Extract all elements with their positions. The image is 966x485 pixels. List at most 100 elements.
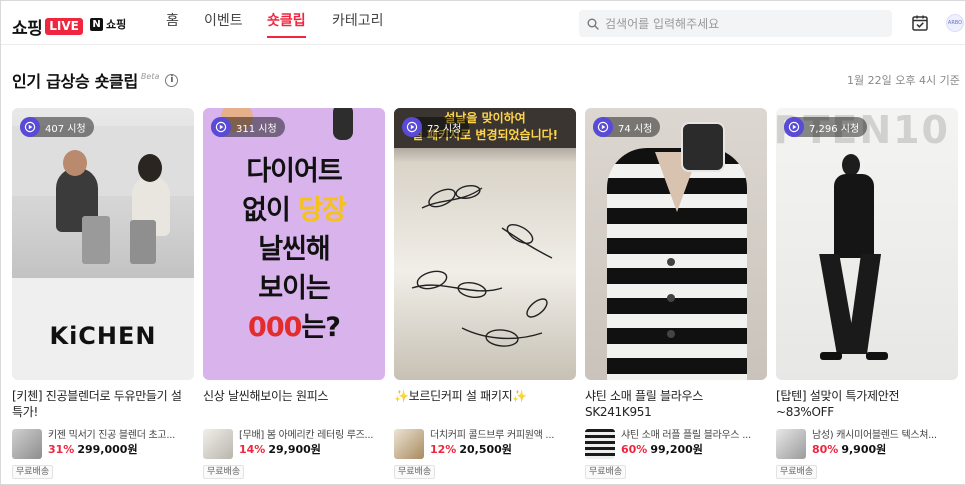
product-name[interactable]: [무배] 봄 아메리칸 레터링 루즈...	[239, 429, 385, 442]
search-icon	[587, 18, 599, 30]
clip-thumbnail[interactable]: 다이어트 없이 당장 날씬해 보이는 000는? 311 시청	[203, 108, 385, 380]
product-price-line: 14% 29,900원	[239, 442, 385, 457]
clip-title[interactable]: ✨보르딘커피 설 패키지✨	[394, 388, 576, 420]
figure-right	[333, 108, 353, 140]
headline-segment: 없이	[242, 195, 299, 226]
search-bar[interactable]	[579, 10, 892, 37]
model-shoe-left	[820, 352, 842, 360]
free-shipping-tag: 무료배송	[585, 465, 627, 479]
clip-thumbnail[interactable]: 74 시청	[585, 108, 767, 380]
model-shoe-right	[866, 352, 888, 360]
button-1	[667, 258, 675, 266]
view-count: 7,296 시청	[809, 123, 860, 135]
logo-live-badge: LIVE	[45, 18, 83, 35]
product-price: 29,900원	[268, 443, 321, 456]
blender-1	[82, 216, 110, 264]
product-row[interactable]: [무배] 봄 아메리칸 레터링 루즈... 14% 29,900원	[203, 429, 385, 459]
view-count: 74 시청	[618, 123, 653, 135]
discount-rate: 12%	[430, 443, 457, 456]
view-count: 407 시청	[45, 123, 86, 135]
product-row[interactable]: 남성) 캐시미어블렌드 텍스쳐... 80% 9,900원	[776, 429, 958, 459]
free-shipping-tag: 무료배송	[776, 465, 818, 479]
play-icon	[402, 117, 422, 137]
blender-2	[130, 220, 156, 264]
product-row[interactable]: 더치커피 콜드브루 커피원액 ... 12% 20,500원	[394, 429, 576, 459]
shortclip-card[interactable]: 다이어트 없이 당장 날씬해 보이는 000는? 311 시청 신상 날씬해보이…	[203, 108, 385, 479]
discount-rate: 14%	[239, 443, 266, 456]
product-price-line: 80% 9,900원	[812, 442, 958, 457]
section-title: 인기 급상승 숏클립	[12, 72, 138, 91]
product-thumbnail[interactable]	[394, 429, 424, 459]
product-price: 20,500원	[459, 443, 512, 456]
product-row[interactable]: 샤틴 소매 러플 플릴 블라우스 ... 60% 99,200원	[585, 429, 767, 459]
update-timestamp: 1월 22일 오후 4시 기준	[847, 74, 960, 87]
play-icon	[784, 117, 804, 137]
play-icon	[211, 117, 231, 137]
discount-rate: 31%	[48, 443, 75, 456]
beta-tag: Beta	[140, 71, 160, 81]
nav-home[interactable]: 홈	[166, 12, 179, 38]
leaf-illustration	[411, 185, 553, 347]
calendar-check-icon[interactable]	[911, 14, 929, 32]
info-icon[interactable]: i	[165, 73, 179, 87]
nav-event[interactable]: 이벤트	[204, 12, 243, 38]
headline-highlight: 당장	[298, 195, 347, 226]
nav-category[interactable]: 카테고리	[332, 12, 384, 38]
product-thumbnail[interactable]	[12, 429, 42, 459]
person-1-head	[63, 150, 87, 176]
product-name[interactable]: 샤틴 소매 러플 플릴 블라우스 ...	[621, 429, 767, 442]
shortclip-card[interactable]: 설날을 맞이하여 설 패키지로 변경되었습니다! 72 시청 ✨보르딘커피 설 …	[394, 108, 576, 479]
shortclip-card[interactable]: TOPTEN10 7,296 시청 [탑텐] 설맞이 특가제안전 ~83%OFF…	[776, 108, 958, 479]
search-input[interactable]	[605, 16, 875, 31]
view-count: 311 시청	[236, 123, 277, 135]
product-info: 키젠 믹서기 진공 블렌더 초고... 31% 299,000원	[48, 429, 194, 457]
naver-shopping-label: 쇼핑	[106, 18, 127, 31]
naver-shopping-link[interactable]: N 쇼핑	[90, 16, 126, 32]
button-2	[667, 294, 675, 302]
headline-line: 다이어트	[246, 156, 342, 187]
product-name[interactable]: 키젠 믹서기 진공 블렌더 초고...	[48, 429, 194, 442]
product-thumbnail[interactable]	[776, 429, 806, 459]
clip-thumbnail[interactable]: TOPTEN10 7,296 시청	[776, 108, 958, 380]
clip-title[interactable]: 신상 날씬해보이는 원피스	[203, 388, 385, 420]
play-icon	[20, 117, 40, 137]
product-thumbnail[interactable]	[585, 429, 615, 459]
shopping-live-logo[interactable]: 쇼핑 LIVE	[12, 14, 83, 39]
shortclip-card[interactable]: KiCHEN 407 시청 [키첸] 진공블렌더로 두유만들기 설 특가! 키젠…	[12, 108, 194, 479]
product-name[interactable]: 남성) 캐시미어블렌드 텍스쳐...	[812, 429, 958, 442]
product-info: 남성) 캐시미어블렌드 텍스쳐... 80% 9,900원	[812, 429, 958, 457]
clip-thumbnail[interactable]: KiCHEN 407 시청	[12, 108, 194, 380]
nav-shortclip[interactable]: 숏클립	[267, 12, 306, 38]
logo-text: 쇼핑	[12, 19, 43, 39]
clip-title[interactable]: 샤틴 소매 플릴 블라우스 SK241K951	[585, 388, 767, 420]
product-price: 299,000원	[77, 443, 138, 456]
headline-line: 보이는	[258, 273, 331, 304]
product-thumbnail[interactable]	[203, 429, 233, 459]
thumbnail-headline: 다이어트 없이 당장 날씬해 보이는 000는?	[203, 152, 385, 347]
model-head	[842, 154, 860, 176]
view-badge: 311 시청	[211, 117, 285, 137]
clip-title[interactable]: [키첸] 진공블렌더로 두유만들기 설 특가!	[12, 388, 194, 420]
view-badge: 72 시청	[402, 117, 470, 137]
person-2-head	[138, 154, 162, 182]
product-name[interactable]: 더치커피 콜드브루 커피원액 ...	[430, 429, 576, 442]
product-price: 9,900원	[841, 443, 887, 456]
profile-avatar[interactable]: ARBO	[946, 14, 964, 32]
view-badge: 74 시청	[593, 117, 661, 137]
product-price-line: 31% 299,000원	[48, 442, 194, 457]
discount-rate: 60%	[621, 443, 648, 456]
product-info: 더치커피 콜드브루 커피원액 ... 12% 20,500원	[430, 429, 576, 457]
headline-segment: 는?	[301, 312, 341, 343]
discount-rate: 80%	[812, 443, 839, 456]
clip-title[interactable]: [탑텐] 설맞이 특가제안전 ~83%OFF	[776, 388, 958, 420]
headline-line: 000는?	[203, 308, 385, 347]
product-row[interactable]: 키젠 믹서기 진공 블렌더 초고... 31% 299,000원	[12, 429, 194, 459]
clip-thumbnail[interactable]: 설날을 맞이하여 설 패키지로 변경되었습니다! 72 시청	[394, 108, 576, 380]
shortclip-card[interactable]: 74 시청 샤틴 소매 플릴 블라우스 SK241K951 샤틴 소매 러플 플…	[585, 108, 767, 479]
product-price-line: 60% 99,200원	[621, 442, 767, 457]
product-info: 샤틴 소매 러플 플릴 블라우스 ... 60% 99,200원	[621, 429, 767, 457]
naver-n-icon: N	[90, 17, 103, 31]
model-leg-right	[846, 254, 882, 354]
product-price-line: 12% 20,500원	[430, 442, 576, 457]
view-count: 72 시청	[427, 123, 462, 135]
